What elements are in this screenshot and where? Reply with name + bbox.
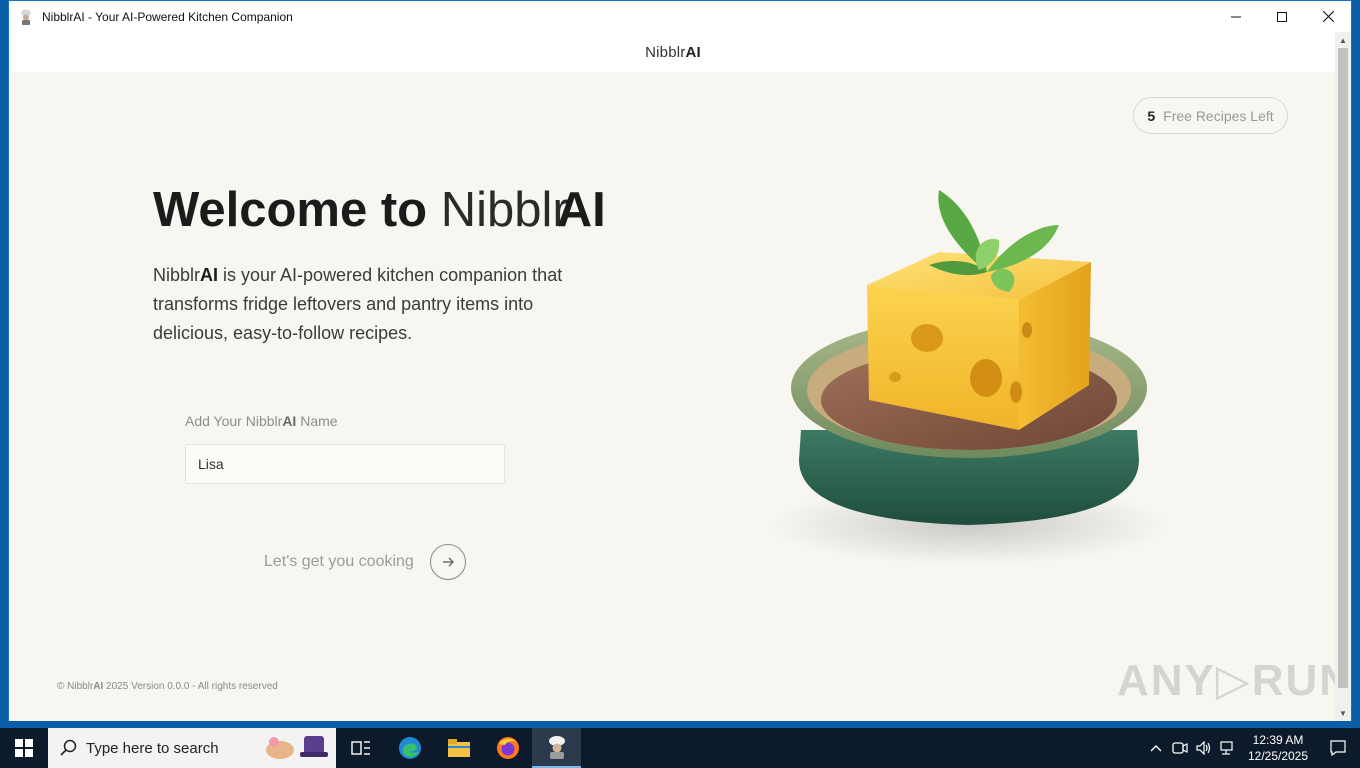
- scroll-thumb[interactable]: [1338, 48, 1348, 688]
- title-brand-light: Nibblr: [440, 183, 569, 237]
- firefox-taskbar-button[interactable]: [483, 728, 532, 768]
- label-brand-light: Nibblr: [245, 413, 283, 429]
- label-brand-bold: AI: [282, 413, 297, 429]
- app-header-brand: Nibblr AI: [9, 32, 1337, 72]
- header-brand-light: Nibblr: [645, 43, 686, 61]
- footer-brand-light: Nibblr: [67, 681, 94, 692]
- windows-taskbar: Type here to search 12:39 AM 12/25/2025: [0, 728, 1360, 768]
- windows-start-icon: [15, 739, 33, 757]
- scroll-down-button[interactable]: ▼: [1335, 705, 1351, 721]
- file-explorer-taskbar-button[interactable]: [434, 728, 483, 768]
- firefox-icon: [496, 737, 519, 759]
- name-input[interactable]: [185, 444, 505, 484]
- notification-icon: [1330, 740, 1346, 756]
- close-button[interactable]: [1305, 1, 1351, 32]
- title-bar[interactable]: NibblrAI - Your AI-Powered Kitchen Compa…: [9, 1, 1351, 32]
- search-icon: [60, 739, 78, 757]
- footer-text: 2025 Version 0.0.0 - All rights reserved: [103, 681, 278, 692]
- show-hidden-icons-button[interactable]: [1144, 728, 1168, 768]
- network-button[interactable]: [1216, 728, 1240, 768]
- free-recipes-label: Free Recipes Left: [1163, 107, 1274, 124]
- window-controls: [1213, 1, 1351, 32]
- network-icon: [1220, 741, 1233, 755]
- minimize-button[interactable]: [1213, 1, 1259, 32]
- header-brand-bold: AI: [685, 43, 701, 61]
- cheese-hero-illustration: [769, 190, 1169, 565]
- edge-taskbar-button[interactable]: [385, 728, 434, 768]
- free-recipes-count: 5: [1147, 107, 1156, 124]
- maximize-button[interactable]: [1259, 1, 1305, 32]
- label-prefix: Add Your: [185, 413, 246, 429]
- search-placeholder: Type here to search: [86, 739, 219, 757]
- title-brand-bold: AI: [556, 183, 606, 237]
- task-view-button[interactable]: [336, 728, 385, 768]
- window-title: NibblrAI - Your AI-Powered Kitchen Compa…: [42, 9, 293, 24]
- chef-taskbar-icon: [548, 736, 565, 759]
- taskbar-clock[interactable]: 12:39 AM 12/25/2025: [1240, 732, 1316, 764]
- windows-start-button[interactable]: [0, 728, 48, 768]
- welcome-text: Welcome to: [153, 183, 428, 237]
- task-view-icon: [350, 741, 370, 755]
- desc-brand-light: Nibblr: [153, 265, 201, 285]
- app-window: NibblrAI - Your AI-Powered Kitchen Compa…: [8, 0, 1352, 721]
- page-title: Welcome to NibblrAI: [153, 182, 606, 238]
- file-explorer-icon: [447, 739, 470, 757]
- anyrun-watermark: ANY▷RUN: [1117, 656, 1337, 705]
- meet-icon: [1172, 742, 1188, 754]
- label-suffix: Name: [296, 413, 338, 429]
- notification-center-button[interactable]: [1316, 728, 1360, 768]
- clock-time: 12:39 AM: [1252, 733, 1304, 747]
- desc-brand-bold: AI: [200, 265, 219, 285]
- search-highlight-image: [262, 732, 332, 764]
- arrow-right-icon: [442, 557, 454, 567]
- system-tray: 12:39 AM 12/25/2025: [1144, 728, 1360, 768]
- intro-description: NibblrAI is your AI-powered kitchen comp…: [153, 261, 593, 348]
- copyright-symbol: ©: [57, 681, 68, 692]
- vertical-scrollbar[interactable]: ▲ ▼: [1335, 32, 1351, 721]
- clock-date: 12/25/2025: [1247, 749, 1309, 763]
- cta-label[interactable]: Let's get you cooking: [264, 553, 414, 571]
- edge-icon: [398, 737, 421, 759]
- free-recipes-badge: 5 Free Recipes Left: [1133, 97, 1288, 134]
- next-button[interactable]: [429, 544, 466, 580]
- footer-brand-bold: AI: [93, 681, 104, 692]
- footer-copyright: © NibblrAI 2025 Version 0.0.0 - All righ…: [57, 681, 278, 692]
- main-content: 5 Free Recipes Left Welcome to NibblrAI …: [9, 72, 1337, 721]
- chef-app-icon: [18, 9, 34, 25]
- scroll-up-button[interactable]: ▲: [1335, 32, 1351, 48]
- name-field-label: Add Your NibblrAI Name: [185, 413, 338, 429]
- chevron-up-icon: [1150, 745, 1162, 752]
- taskbar-search[interactable]: Type here to search: [48, 728, 336, 768]
- meet-now-button[interactable]: [1168, 728, 1192, 768]
- volume-button[interactable]: [1192, 728, 1216, 768]
- nibblr-taskbar-button[interactable]: [532, 728, 581, 768]
- volume-icon: [1196, 741, 1211, 755]
- get-cooking-cta[interactable]: Let's get you cooking: [264, 544, 466, 580]
